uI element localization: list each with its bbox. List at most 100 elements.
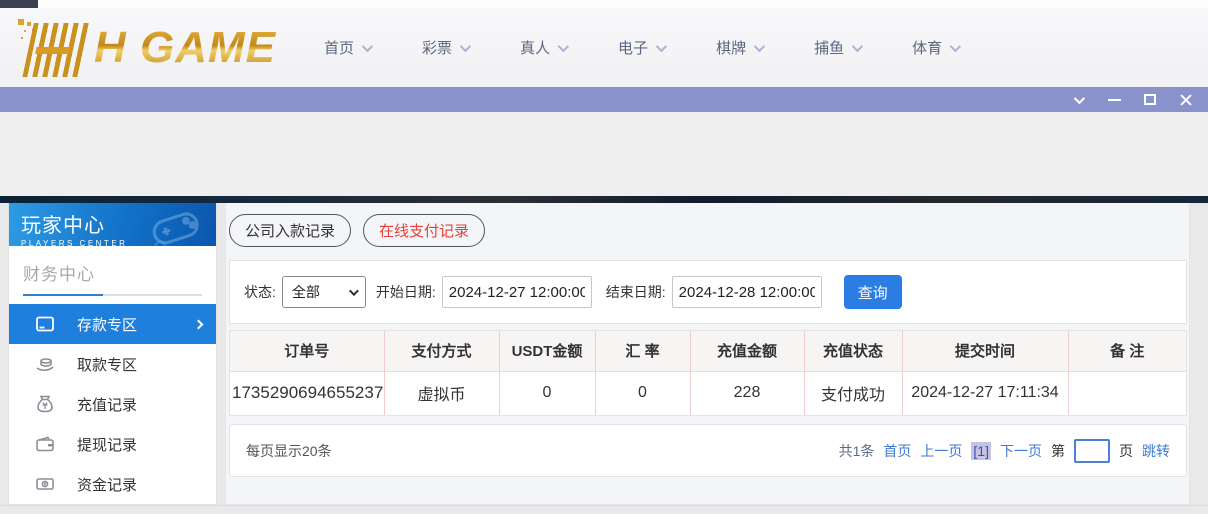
chevron-down-icon <box>1073 92 1086 104</box>
col-order-no: 订单号 <box>230 331 385 372</box>
chevron-down-icon <box>851 40 864 52</box>
minimize-icon <box>1107 98 1121 101</box>
cell-remark <box>1068 371 1186 415</box>
nav-label: 捕鱼 <box>814 40 845 57</box>
next-page-link[interactable]: 下一页 <box>1000 441 1042 461</box>
bottom-strip <box>0 505 1208 514</box>
gamepad-icon <box>152 212 199 246</box>
top-left-bar <box>0 0 38 8</box>
sidebar-section-label: 财务中心 <box>23 265 95 284</box>
banner-strip <box>0 196 1208 203</box>
logo-mark-icon <box>16 18 92 77</box>
cell-exchange-rate: 0 <box>595 371 691 415</box>
deposit-card-icon <box>35 314 55 334</box>
nav-item-slots[interactable]: 电子 <box>618 37 668 58</box>
logo-text: H GAME <box>94 22 276 72</box>
content-panel: 公司入款记录 在线支付记录 状态: 全部 开始日期: 结束日期: 查询 <box>225 203 1190 505</box>
records-table-container: 订单号 支付方式 USDT金额 汇 率 充值金额 充值状态 提交时间 备 注 1… <box>229 330 1187 416</box>
sidebar-item-label: 提现记录 <box>77 436 138 454</box>
sidebar-item-withdraw-records[interactable]: 提现记录 <box>9 424 216 464</box>
cell-payment-method: 虚拟币 <box>384 371 500 415</box>
table-header-row: 订单号 支付方式 USDT金额 汇 率 充值金额 充值状态 提交时间 备 注 <box>230 331 1186 372</box>
jump-button[interactable]: 跳转 <box>1142 441 1170 461</box>
chevron-right-icon <box>193 319 204 329</box>
logo-dots-decoration <box>18 18 24 25</box>
jump-prefix-label: 第 <box>1051 442 1065 459</box>
pagination-bar: 每页显示20条 共1条 首页 上一页 [1] 下一页 第 页 跳转 <box>229 424 1187 477</box>
window-titlebar <box>0 87 1208 112</box>
sidebar-item-label: 存款专区 <box>77 316 138 334</box>
tab-online-payment-records[interactable]: 在线支付记录 <box>363 214 486 247</box>
col-payment-method: 支付方式 <box>384 331 500 372</box>
end-date-label: 结束日期: <box>605 284 666 300</box>
record-tabs: 公司入款记录 在线支付记录 <box>229 214 1187 247</box>
main-nav: 首页 彩票 真人 电子 棋牌 捕鱼 体育 <box>324 37 962 58</box>
status-select[interactable]: 全部 <box>281 276 366 308</box>
cell-order-no: 1735290694655237 <box>230 371 385 415</box>
sidebar-item-label: 充值记录 <box>77 396 138 414</box>
nav-item-sports[interactable]: 体育 <box>912 37 962 58</box>
records-table: 订单号 支付方式 USDT金额 汇 率 充值金额 充值状态 提交时间 备 注 1… <box>230 331 1186 415</box>
query-button[interactable]: 查询 <box>843 275 902 309</box>
pagination-controls: 共1条 首页 上一页 [1] 下一页 第 页 跳转 <box>838 438 1170 463</box>
sidebar-item-deposit[interactable]: 存款专区 <box>9 304 216 344</box>
nav-item-lottery[interactable]: 彩票 <box>422 37 472 58</box>
sidebar-item-label: 取款专区 <box>77 356 138 374</box>
status-label: 状态: <box>244 284 276 300</box>
sidebar-item-label: 资金记录 <box>77 476 138 494</box>
logo-h-bars <box>22 22 92 77</box>
wallet-icon <box>35 434 55 454</box>
filter-bar: 状态: 全部 开始日期: 结束日期: 查询 <box>229 260 1187 324</box>
nav-label: 棋牌 <box>716 40 747 57</box>
sidebar-header: 玩家中心 PLAYERS CENTER <box>9 203 216 246</box>
nav-item-live[interactable]: 真人 <box>520 37 570 58</box>
chevron-down-icon <box>753 40 766 52</box>
withdraw-hand-icon <box>35 354 55 374</box>
site-header: H GAME 首页 彩票 真人 电子 棋牌 捕鱼 体育 <box>0 8 1208 87</box>
sidebar-section: 财务中心 <box>9 246 216 296</box>
cell-recharge-amount: 228 <box>690 371 805 415</box>
nav-label: 首页 <box>324 40 355 57</box>
chevron-down-icon <box>361 40 374 52</box>
window-minimize-button[interactable] <box>1106 92 1122 108</box>
banknote-icon <box>35 474 55 494</box>
nav-label: 彩票 <box>422 40 453 57</box>
col-remark: 备 注 <box>1068 331 1186 372</box>
chevron-down-icon <box>557 40 570 52</box>
money-bag-icon <box>35 394 55 414</box>
chevron-down-icon <box>459 40 472 52</box>
nav-label: 真人 <box>520 40 551 57</box>
col-exchange-rate: 汇 率 <box>595 331 691 372</box>
end-date-input[interactable] <box>671 276 822 308</box>
workspace: 玩家中心 PLAYERS CENTER 财务中心 存款专区 取款专区 充值记录 … <box>0 203 1208 505</box>
jump-page-input[interactable] <box>1074 438 1110 463</box>
nav-item-home[interactable]: 首页 <box>324 37 374 58</box>
table-row: 1735290694655237 虚拟币 0 0 228 支付成功 2024-1… <box>230 371 1186 415</box>
sidebar: 玩家中心 PLAYERS CENTER 财务中心 存款专区 取款专区 充值记录 … <box>8 203 217 505</box>
sidebar-section-divider <box>23 294 202 296</box>
window-close-button[interactable] <box>1178 92 1194 108</box>
chevron-down-icon <box>949 40 962 52</box>
sidebar-item-recharge-records[interactable]: 充值记录 <box>9 384 216 424</box>
total-count-text: 共1条 <box>838 442 875 459</box>
top-strip <box>0 0 1208 8</box>
prev-page-link[interactable]: 上一页 <box>920 441 962 461</box>
first-page-link[interactable]: 首页 <box>883 441 911 461</box>
nav-item-fishing[interactable]: 捕鱼 <box>814 37 864 58</box>
page-size-text: 每页显示20条 <box>246 442 332 459</box>
start-date-input[interactable] <box>441 276 592 308</box>
window-maximize-button[interactable] <box>1142 92 1158 108</box>
logo[interactable]: H GAME <box>16 18 276 77</box>
col-recharge-amount: 充值金额 <box>690 331 805 372</box>
cell-recharge-status: 支付成功 <box>804 371 903 415</box>
nav-item-cards[interactable]: 棋牌 <box>716 37 766 58</box>
cell-submit-time: 2024-12-27 17:11:34 <box>902 371 1069 415</box>
window-collapse-button[interactable] <box>1070 92 1086 108</box>
col-recharge-status: 充值状态 <box>804 331 903 372</box>
col-submit-time: 提交时间 <box>902 331 1069 372</box>
chevron-down-icon <box>655 40 668 52</box>
maximize-icon <box>1144 94 1156 105</box>
sidebar-item-funds-records[interactable]: 资金记录 <box>9 464 216 504</box>
sidebar-item-withdraw[interactable]: 取款专区 <box>9 344 216 384</box>
tab-company-deposit-records[interactable]: 公司入款记录 <box>229 214 352 247</box>
